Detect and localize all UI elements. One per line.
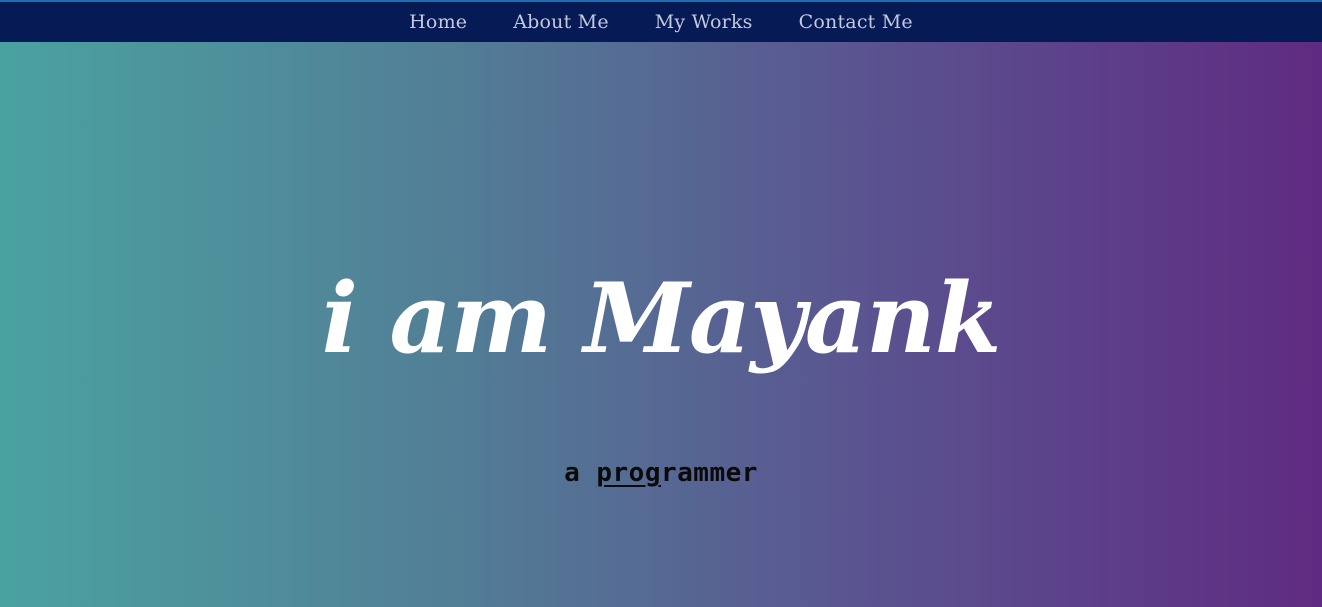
nav-link-about-me[interactable]: About Me (513, 11, 609, 33)
top-navbar: Home About Me My Works Contact Me (0, 0, 1322, 42)
nav-link-home[interactable]: Home (409, 11, 467, 33)
subtitle-rest: rammer (661, 458, 758, 488)
nav-link-contact-me[interactable]: Contact Me (799, 11, 913, 33)
nav-link-my-works[interactable]: My Works (655, 11, 753, 33)
subtitle-typed-highlight: prog (596, 458, 661, 488)
subtitle-prefix: a (564, 458, 597, 488)
hero-section: i am Mayank a programmer (0, 42, 1322, 607)
hero-title: i am Mayank (321, 262, 1002, 376)
hero-subtitle: a programmer (0, 458, 1322, 488)
